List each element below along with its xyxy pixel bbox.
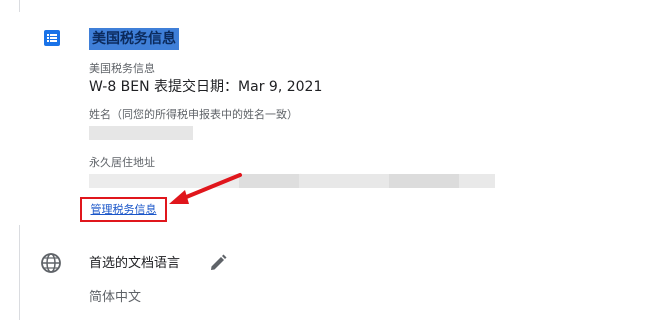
- tax-section-title: 美国税务信息: [89, 28, 179, 50]
- section-divider-line: [19, 225, 20, 320]
- w8-submission-date: W-8 BEN 表提交日期：Mar 9, 2021: [89, 79, 323, 95]
- redacted-segment: [239, 174, 299, 188]
- redacted-segment: [389, 174, 459, 188]
- list-icon: [42, 28, 62, 48]
- manage-tax-info-link[interactable]: 管理税务信息: [80, 197, 167, 222]
- globe-icon: [40, 252, 62, 274]
- redacted-segment: [299, 174, 389, 188]
- section-divider-line: [19, 0, 20, 12]
- redacted-name: [89, 126, 193, 140]
- settings-page: 美国税务信息 美国税务信息 W-8 BEN 表提交日期：Mar 9, 2021 …: [0, 0, 663, 320]
- annotation-arrow: [169, 173, 242, 204]
- document-language-value: 简体中文: [89, 290, 142, 305]
- pencil-icon[interactable]: [208, 253, 228, 273]
- name-label: 姓名（同您的所得税申报表中的姓名一致）: [89, 108, 298, 121]
- address-label: 永久居住地址: [89, 156, 155, 169]
- document-language-title: 首选的文档语言: [89, 256, 181, 271]
- redacted-segment: [459, 174, 495, 188]
- tax-subtitle: 美国税务信息: [89, 62, 155, 75]
